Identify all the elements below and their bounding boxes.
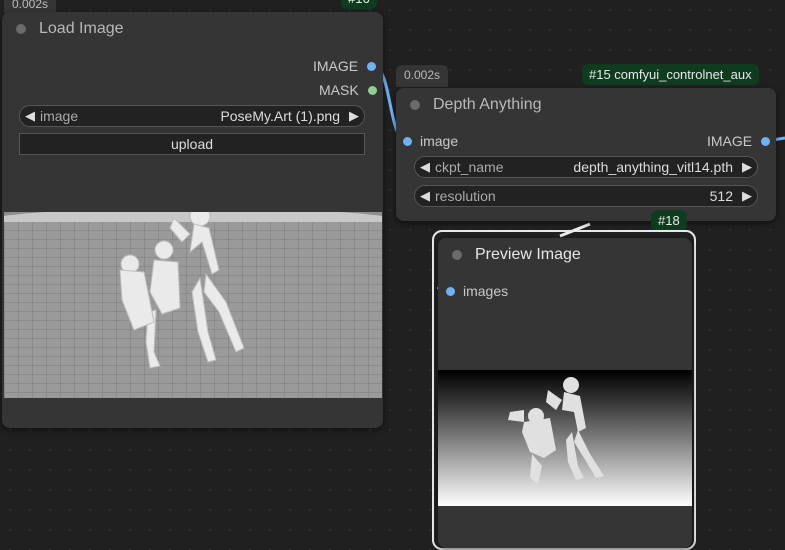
depth-output-image-label: IMAGE [707,133,753,149]
collapse-dot-icon[interactable] [16,24,26,34]
image-widget-label: image [40,108,79,124]
image-combo-widget[interactable]: ◀ image PoseMy.Art (1).png ▶ [19,105,365,127]
upload-button[interactable]: upload [19,133,365,155]
depth-node-timing: 0.002s [396,65,449,87]
arrow-left-icon[interactable]: ◀ [415,188,435,204]
image-widget-value: PoseMy.Art (1).png [220,108,340,124]
arrow-right-icon[interactable]: ▶ [737,159,757,175]
preview-image-header[interactable]: Preview Image [438,238,692,272]
depth-input-image-label: image [420,133,459,149]
output-image-port[interactable]: IMAGE [313,58,377,74]
resolution-widget[interactable]: ◀ resolution 512 ▶ [414,185,758,207]
depth-node-badge: #15 comfyui_controlnet_aux [582,64,759,85]
resolution-value: 512 [709,188,733,204]
arrow-right-icon[interactable]: ▶ [737,188,757,204]
depth-anything-title: Depth Anything [433,96,542,113]
load-image-title: Load Image [39,20,124,37]
output-image-dot-icon[interactable] [367,61,377,71]
preview-node-badge: #18 [651,210,687,231]
ckpt-name-widget[interactable]: ◀ ckpt_name depth_anything_vitl14.pth ▶ [414,156,758,178]
preview-input-images-label: images [463,283,509,299]
load-node-badge: #16 [341,0,377,9]
input-image-dot-icon[interactable] [403,136,412,146]
arrow-left-icon[interactable]: ◀ [20,108,40,124]
load-image-preview [4,212,382,398]
collapse-dot-icon[interactable] [410,100,420,110]
ckpt-name-label: ckpt_name [435,159,504,175]
resolution-label: resolution [435,188,496,204]
preview-image-title: Preview Image [475,246,581,263]
output-image-label: IMAGE [313,58,359,74]
depth-output-image-port[interactable]: IMAGE [707,133,771,149]
depth-preview-image [438,370,692,506]
input-images-dot-icon[interactable] [446,286,455,296]
collapse-dot-icon[interactable] [452,250,462,260]
depth-anything-header[interactable]: Depth Anything [396,88,776,122]
depth-output-dot-icon[interactable] [761,136,771,146]
output-mask-port[interactable]: MASK [319,82,377,98]
preview-input-images-port[interactable]: images [446,283,508,299]
arrow-left-icon[interactable]: ◀ [415,159,435,175]
output-mask-dot-icon[interactable] [367,85,377,95]
depth-input-image-port[interactable]: image [403,133,458,149]
arrow-right-icon[interactable]: ▶ [344,108,364,124]
ckpt-name-value: depth_anything_vitl14.pth [573,159,733,175]
load-image-header[interactable]: Load Image [2,12,383,46]
output-mask-label: MASK [319,82,359,98]
